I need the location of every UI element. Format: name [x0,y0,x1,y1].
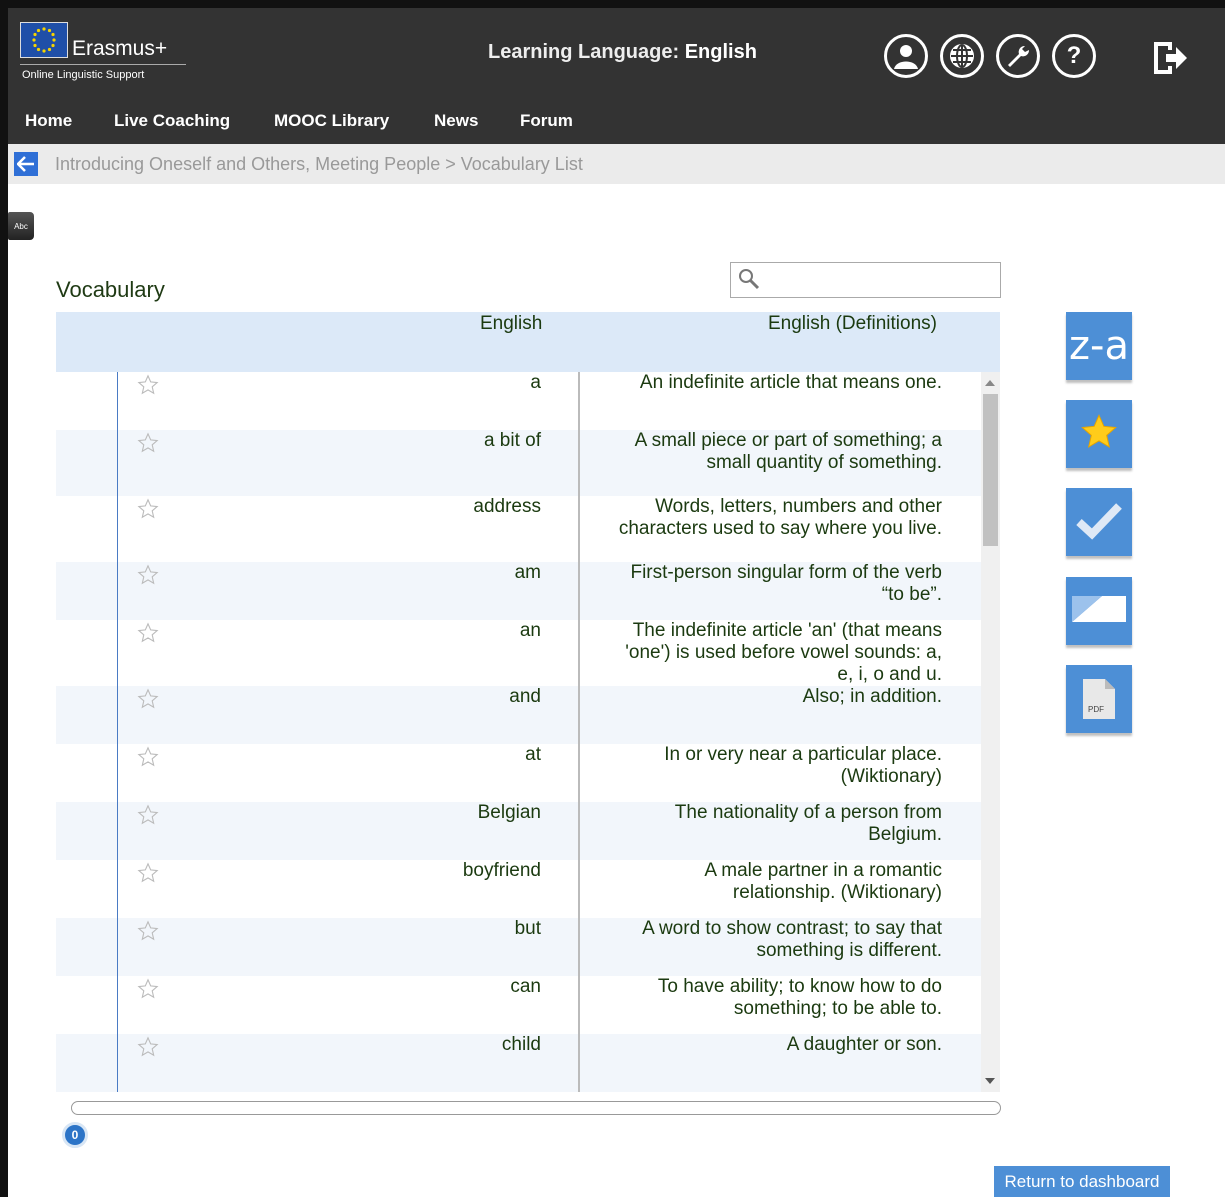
brand-divider [20,64,186,65]
back-arrow-icon[interactable] [14,152,38,176]
checkmark-icon [1076,500,1122,545]
vocab-definition: A male partner in a romantic relationshi… [704,860,942,903]
vocabulary-table: a An indefinite article that means one. a … [56,372,981,1092]
pdf-label: PDF [1088,705,1104,714]
logout-icon[interactable] [1150,38,1190,78]
vocab-definition: Also; in addition. [802,686,942,707]
table-row[interactable]: am First-person singular form of the verb… [56,562,981,620]
star-outline-icon[interactable] [137,804,159,831]
table-row[interactable]: but A word to show contrast; to say that … [56,918,981,976]
pdf-file-icon: PDF [1083,679,1115,719]
learning-language: Learning Language: English [488,41,757,64]
vocab-definition: A daughter or son. [786,1034,942,1055]
learning-language-value: English [684,41,757,63]
star-outline-icon[interactable] [137,432,159,459]
table-row[interactable]: an The indefinite article 'an' (that mean… [56,620,981,686]
column-header-definition[interactable]: English (Definitions) [768,313,937,335]
abc-book-label: Abc [14,221,28,231]
table-row[interactable]: at In or very near a particular place. (W… [56,744,981,802]
nav-forum[interactable]: Forum [520,111,573,131]
brand-name: Erasmus+ [72,37,168,60]
column-divider [578,372,580,1092]
vocab-definition: First-person singular form of the verb “… [630,562,942,605]
vocab-definition: To have ability; to know how to do somet… [657,976,942,1019]
star-outline-icon[interactable] [137,978,159,1005]
star-outline-icon[interactable] [137,1036,159,1063]
table-row[interactable]: a An indefinite article that means one. [56,372,981,430]
globe-icon[interactable] [940,34,984,78]
table-scrollbar[interactable] [981,372,1000,1092]
vocabulary-title: Vocabulary [56,277,165,302]
star-outline-icon[interactable] [137,920,159,947]
table-row[interactable]: boyfriend A male partner in a romantic re… [56,860,981,918]
scroll-down-arrow[interactable] [985,1078,995,1084]
favorites-button[interactable] [1066,400,1132,468]
pdf-download-button[interactable]: PDF [1066,665,1132,733]
nav-home[interactable]: Home [25,111,72,131]
star-outline-icon[interactable] [137,862,159,889]
star-outline-icon[interactable] [137,688,159,715]
vocab-word: child [501,1034,541,1055]
table-row[interactable]: child A daughter or son. [56,1034,981,1092]
table-row[interactable]: can To have ability; to know how to do so… [56,976,981,1034]
eu-flag-logo[interactable] [20,22,68,58]
vocab-definition: Words, letters, numbers and other charac… [618,496,942,539]
star-outline-icon[interactable] [137,622,159,649]
table-row[interactable]: Belgian The nationality of a person from … [56,802,981,860]
vocab-definition: A word to show contrast; to say that som… [642,918,942,961]
return-to-dashboard-button[interactable]: Return to dashboard [994,1166,1170,1197]
vocab-word: Belgian [477,802,541,823]
star-outline-icon[interactable] [137,564,159,591]
vocab-word: am [514,562,541,583]
breadcrumb[interactable]: Introducing Oneself and Others, Meeting … [55,154,583,175]
brand-subtitle: Online Linguistic Support [22,69,145,81]
main-nav: Home Live Coaching MOOC Library News For… [8,96,1225,144]
vocab-definition: In or very near a particular place. (Wik… [664,744,942,787]
vocab-definition: The indefinite article 'an' (that means … [625,620,942,685]
user-icon[interactable] [884,34,928,78]
scroll-up-arrow[interactable] [985,380,995,386]
vocab-word: boyfriend [462,860,541,881]
table-row[interactable]: address Words, letters, numbers and other… [56,496,981,562]
star-outline-icon[interactable] [137,498,159,525]
vocab-word: and [509,686,541,707]
vocab-definition: An indefinite article that means one. [639,372,942,393]
help-icon[interactable]: ? [1052,34,1096,78]
nav-news[interactable]: News [434,111,478,131]
vocab-word: a bit of [483,430,541,451]
scroll-thumb[interactable] [983,394,998,546]
flashcard-icon [1070,594,1128,629]
table-row[interactable]: and Also; in addition. [56,686,981,744]
breadcrumb-bar: Introducing Oneself and Others, Meeting … [8,144,1225,184]
vocab-word: can [510,976,541,997]
top-bar: Erasmus+ Online Linguistic Support Learn… [8,8,1225,96]
progress-badge: 0 [62,1122,88,1148]
star-filled-icon [1079,412,1119,457]
table-row[interactable]: a bit of A small piece or part of somethi… [56,430,981,496]
star-outline-icon[interactable] [137,746,159,773]
nav-mooc-library[interactable]: MOOC Library [274,111,389,131]
vocab-definition: A small piece or part of something; a sm… [634,430,942,473]
sort-za-label: z-a [1069,323,1129,369]
vocab-word: a [530,372,541,393]
vocab-word: an [519,620,541,641]
vocab-definition: The nationality of a person from Belgium… [674,802,942,845]
nav-live-coaching[interactable]: Live Coaching [114,111,230,131]
flashcards-button[interactable] [1066,577,1132,645]
vocab-word: address [473,496,541,517]
learning-language-label: Learning Language: [488,41,680,63]
column-header-word[interactable]: English [480,313,542,335]
learned-button[interactable] [1066,488,1132,556]
vocab-word: at [525,744,541,765]
star-outline-icon[interactable] [137,374,159,401]
vocab-word: but [514,918,541,939]
wrench-icon[interactable] [996,34,1040,78]
abc-book-icon[interactable]: Abc [8,212,34,240]
search-icon [737,267,761,296]
search-input[interactable] [730,262,1001,298]
column-divider-left [117,372,118,1092]
progress-track [71,1101,1001,1115]
sort-za-button[interactable]: z-a [1066,312,1132,380]
